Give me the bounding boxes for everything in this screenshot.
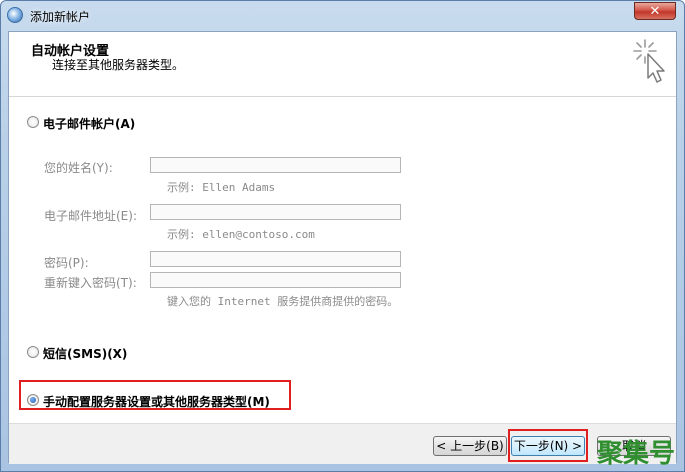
email-label: 电子邮件地址(E): [44,209,137,223]
window-title: 添加新帐户 [30,10,91,24]
sparkle-cursor-icon [633,39,665,83]
manual-config-label[interactable]: 手动配置服务器设置或其他服务器类型(M) [43,393,270,410]
email-account-label[interactable]: 电子邮件帐户(A) [43,115,135,132]
retype-password-label: 重新键入密码(T): [44,276,137,290]
wizard-body: 电子邮件帐户(A) 您的姓名(Y): 示例: Ellen Adams 电子邮件地… [9,97,676,422]
wizard-footer: < 上一步(B) 下一步(N) > 取消 [9,423,676,464]
outlook-icon [7,7,23,23]
title-bar[interactable]: 添加新帐户 ✕ [1,1,684,31]
sms-radio[interactable] [27,346,39,358]
next-button-highlight [508,429,588,462]
sms-label[interactable]: 短信(SMS)(X) [43,345,127,362]
page-subtitle: 连接至其他服务器类型。 [52,58,185,72]
password-label: 密码(P): [44,256,89,270]
name-hint: 示例: Ellen Adams [167,181,276,194]
name-label: 您的姓名(Y): [44,161,113,175]
wizard-header: 自动帐户设置 连接至其他服务器类型。 [9,32,676,97]
manual-config-radio[interactable] [27,394,39,406]
password-field[interactable] [150,251,401,267]
email-account-radio[interactable] [27,116,39,128]
name-field[interactable] [150,157,401,173]
wizard-content: 自动帐户设置 连接至其他服务器类型。 电子邮件帐户(A) 您的姓名(Y): 示例… [8,31,677,464]
dialog-window: 添加新帐户 ✕ 自动帐户设置 连接至其他服务器类型。 电子邮件帐户(A) 您的姓… [0,0,685,472]
watermark-logo: 聚集号 [597,439,676,469]
back-button[interactable]: < 上一步(B) [433,436,507,456]
email-hint: 示例: ellen@contoso.com [167,228,315,241]
retype-password-field[interactable] [150,272,401,288]
close-button[interactable]: ✕ [634,2,676,20]
password-hint: 键入您的 Internet 服务提供商提供的密码。 [167,295,399,308]
email-field[interactable] [150,204,401,220]
